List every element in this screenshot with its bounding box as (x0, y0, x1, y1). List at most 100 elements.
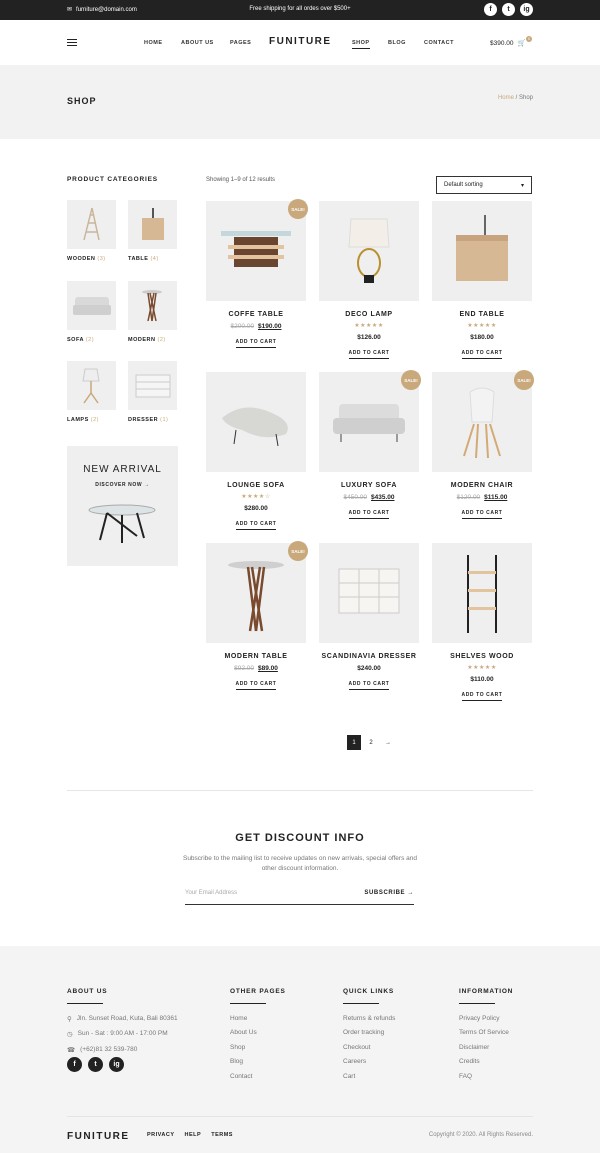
product-image[interactable]: SALE! (319, 370, 421, 472)
category-wooden[interactable]: WOODEN (3) (67, 200, 117, 262)
product-name[interactable]: END TABLE (432, 311, 532, 318)
sort-select[interactable]: Default sorting ▾ (436, 176, 532, 194)
nav-shop[interactable]: SHOP (352, 40, 370, 49)
product-name[interactable]: LUXURY SOFA (319, 482, 419, 489)
product-name[interactable]: MODERN TABLE (206, 653, 306, 660)
footer-link[interactable]: FAQ (459, 1073, 513, 1080)
product-name[interactable]: LOUNGE SOFA (206, 482, 306, 489)
product-image[interactable] (319, 201, 419, 301)
add-to-cart-button[interactable]: ADD TO CART (461, 692, 503, 701)
product-image[interactable] (432, 201, 532, 301)
product-price: $180.00 (432, 334, 532, 341)
footer-link[interactable]: Disclaimer (459, 1044, 513, 1051)
add-to-cart-button[interactable]: ADD TO CART (235, 339, 277, 348)
product-card[interactable]: SHELVES WOOD ★★★★★ $110.00 ADD TO CART (432, 543, 532, 701)
category-sofa[interactable]: SOFA (2) (67, 281, 117, 343)
page-2[interactable]: 2 (364, 735, 378, 750)
twitter-icon[interactable]: t (502, 3, 515, 16)
product-card[interactable]: SALE! MODERN CHAIR $120.00 $115.00 ADD TO CA… (432, 370, 534, 519)
product-name[interactable]: SHELVES WOOD (432, 653, 532, 660)
product-image[interactable]: SALE! (206, 541, 308, 643)
product-image[interactable] (319, 543, 419, 643)
product-image[interactable]: SALE! (206, 199, 308, 301)
footer-logo[interactable]: FUNITURE (67, 1131, 130, 1142)
footer-link[interactable]: Contact (230, 1073, 286, 1080)
product-name[interactable]: SCANDINAVIA DRESSER (319, 653, 419, 660)
nav-contact[interactable]: CONTACT (424, 40, 454, 46)
category-modern[interactable]: MODERN (2) (128, 281, 178, 343)
logo[interactable]: FUNITURE (269, 36, 332, 47)
instagram-icon[interactable]: ig (109, 1057, 124, 1072)
category-table[interactable]: TABLE (4) (128, 200, 178, 262)
clock-icon: ◷ (67, 1031, 73, 1039)
product-image[interactable]: SALE! (432, 370, 534, 472)
nav-blog[interactable]: BLOG (388, 40, 406, 46)
product-name[interactable]: DECO LAMP (319, 311, 419, 318)
product-card[interactable]: SALE! MODERN TABLE $92.00 $89.00 ADD TO CART (206, 541, 308, 690)
footer-help-link[interactable]: HELP (185, 1132, 202, 1138)
add-to-cart-button[interactable]: ADD TO CART (461, 350, 503, 359)
sale-badge: SALE! (514, 370, 534, 390)
product-card[interactable]: DECO LAMP ★★★★★ $126.00 ADD TO CART (319, 201, 419, 359)
twitter-icon[interactable]: t (88, 1057, 103, 1072)
footer-link[interactable]: Checkout (343, 1044, 395, 1051)
instagram-icon[interactable]: ig (520, 3, 533, 16)
price: $126.00 (357, 334, 381, 341)
breadcrumb-home[interactable]: Home (498, 95, 514, 101)
add-to-cart-button[interactable]: ADD TO CART (235, 681, 277, 690)
footer-other-title: OTHER PAGES (230, 988, 286, 1004)
nav-home[interactable]: HOME (144, 40, 163, 46)
footer-link[interactable]: Privacy Policy (459, 1015, 513, 1022)
new-arrival-banner[interactable]: NEW ARRIVAL DISCOVER NOW → (67, 446, 178, 566)
sort-value: Default sorting (444, 182, 483, 188)
footer-link[interactable]: Returns & refunds (343, 1015, 395, 1022)
nav-pages[interactable]: PAGES (230, 40, 251, 46)
product-card[interactable]: SALE! COFFE TABLE $200.00 $190.00 ADD TO CAR… (206, 199, 308, 348)
footer: ABOUT US ⚲ Jln. Sunset Road, Kuta, Bali 8… (0, 946, 600, 1153)
add-to-cart-button[interactable]: ADD TO CART (461, 510, 503, 519)
footer-about-title: ABOUT US (67, 988, 178, 1004)
product-name[interactable]: COFFE TABLE (206, 311, 306, 318)
category-dresser[interactable]: DRESSER (1) (128, 361, 178, 423)
footer-link[interactable]: Shop (230, 1044, 286, 1051)
hamburger-icon[interactable] (67, 39, 77, 48)
footer-link[interactable]: Blog (230, 1058, 286, 1065)
product-image[interactable] (432, 543, 532, 643)
newsletter-form: Your Email Address SUBSCRIBE → (185, 886, 414, 905)
product-image[interactable] (206, 372, 306, 472)
footer-link[interactable]: Careers (343, 1058, 395, 1065)
add-to-cart-button[interactable]: ADD TO CART (348, 681, 390, 690)
product-name[interactable]: MODERN CHAIR (432, 482, 532, 489)
product-card[interactable]: END TABLE ★★★★★ $180.00 ADD TO CART (432, 201, 532, 359)
product-card[interactable]: SALE! LUXURY SOFA $450.00 $435.00 ADD TO CAR… (319, 370, 421, 519)
footer-link[interactable]: Home (230, 1015, 286, 1022)
cart-button[interactable]: $390.00 🛒 (490, 39, 526, 48)
footer-link[interactable]: About Us (230, 1029, 286, 1036)
hours-text: Sun - Sat : 9:00 AM - 17:00 PM (77, 1030, 168, 1038)
add-to-cart-button[interactable]: ADD TO CART (348, 510, 390, 519)
product-card[interactable]: SCANDINAVIA DRESSER $240.00 ADD TO CART (319, 543, 419, 690)
nav-about[interactable]: ABOUT US (181, 40, 214, 46)
page-1[interactable]: 1 (347, 735, 361, 750)
product-price: $120.00 $115.00 (432, 494, 532, 501)
footer-link[interactable]: Credits (459, 1058, 513, 1065)
discount-text: Subscribe to the mailing list to receive… (182, 855, 417, 872)
footer-link[interactable]: Order tracking (343, 1029, 395, 1036)
page-title: SHOP (67, 96, 97, 106)
facebook-icon[interactable]: f (67, 1057, 82, 1072)
subscribe-button[interactable]: SUBSCRIBE → (364, 890, 414, 896)
category-lamps[interactable]: LAMPS (2) (67, 361, 117, 423)
results-count: Showing 1–9 of 12 results (206, 177, 276, 183)
footer-privacy-link[interactable]: PRIVACY (147, 1132, 175, 1138)
add-to-cart-button[interactable]: ADD TO CART (235, 521, 277, 530)
footer-link[interactable]: Cart (343, 1073, 395, 1080)
sale-badge: SALE! (288, 199, 308, 219)
footer-terms-link[interactable]: TERMS (211, 1132, 233, 1138)
product-price: $126.00 (319, 334, 419, 341)
add-to-cart-button[interactable]: ADD TO CART (348, 350, 390, 359)
facebook-icon[interactable]: f (484, 3, 497, 16)
email-input[interactable]: Your Email Address (185, 890, 237, 896)
product-card[interactable]: LOUNGE SOFA ★★★★☆ $280.00 ADD TO CART (206, 372, 306, 530)
next-page-arrow[interactable]: → (381, 735, 395, 750)
footer-link[interactable]: Terms Of Service (459, 1029, 513, 1036)
